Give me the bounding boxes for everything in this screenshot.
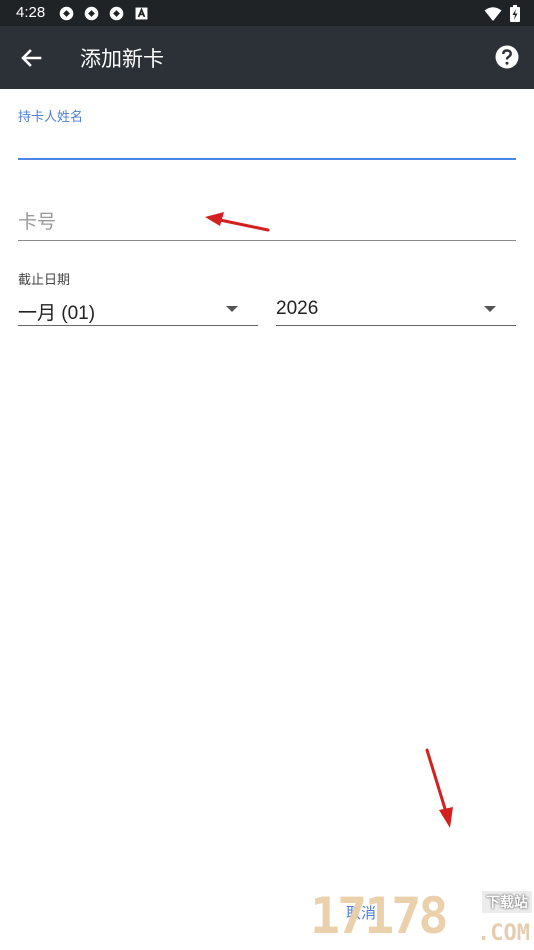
watermark-digits: 17178	[310, 887, 449, 945]
sync-notification-icon	[59, 6, 74, 21]
watermark-tagline: 下载站	[482, 891, 532, 913]
expiry-month-value: 一月 (01)	[18, 303, 96, 324]
app-toolbar: 添加新卡	[0, 26, 534, 89]
expiry-year-value: 2026	[276, 298, 319, 319]
page-title: 添加新卡	[80, 47, 164, 71]
help-icon[interactable]	[494, 44, 520, 70]
sync-notification-icon	[109, 6, 124, 21]
status-bar: 4:28	[0, 0, 534, 26]
cardholder-name-input[interactable]	[18, 124, 516, 160]
watermark-domain: .COM	[477, 921, 530, 946]
status-time: 4:28	[16, 4, 46, 21]
notification-icons	[58, 5, 150, 22]
back-arrow-icon[interactable]	[16, 43, 46, 73]
watermark-logo: 17178 下载站 .COM	[306, 885, 534, 950]
battery-charging-icon	[510, 5, 520, 22]
expiry-year-select[interactable]: 2026	[276, 292, 516, 326]
system-icons	[484, 5, 520, 22]
expiry-month-select[interactable]: 一月 (01)	[18, 292, 258, 326]
expiry-date-label: 截止日期	[18, 273, 71, 288]
card-number-input[interactable]	[18, 204, 516, 241]
dropdown-caret-icon	[484, 306, 496, 312]
dropdown-caret-icon	[226, 306, 238, 312]
wifi-icon	[484, 6, 502, 21]
sync-notification-icon	[84, 6, 99, 21]
app-a-notification-icon	[135, 7, 148, 20]
annotation-arrow-bottom	[425, 748, 453, 828]
cardholder-name-label: 持卡人姓名	[18, 110, 84, 125]
